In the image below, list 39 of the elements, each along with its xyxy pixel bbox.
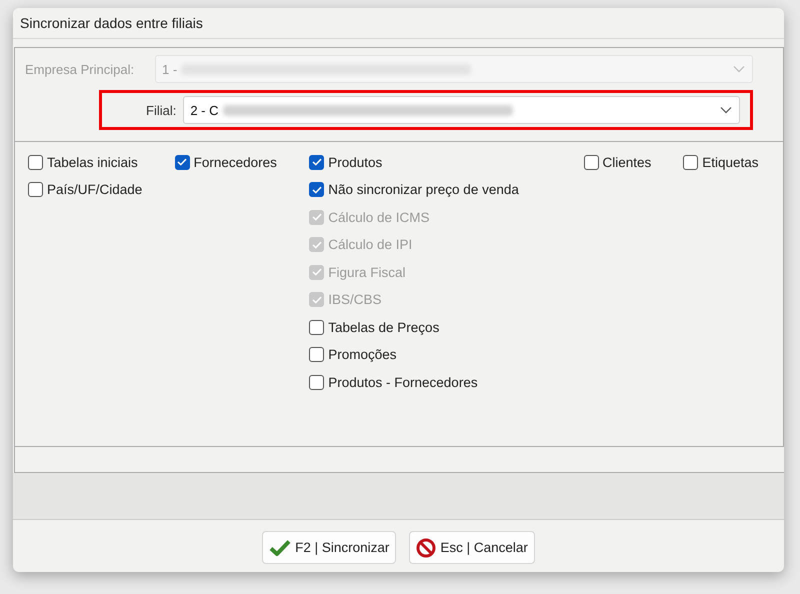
- checkbox[interactable]: [309, 320, 324, 335]
- checkbox[interactable]: [309, 182, 324, 198]
- chevron-down-icon: [720, 106, 732, 114]
- checkmark-icon: [312, 158, 322, 166]
- checkbox-option[interactable]: Promoções: [309, 344, 584, 365]
- checkbox-option[interactable]: Fornecedores: [174, 152, 310, 172]
- checkbox-option[interactable]: Clientes: [584, 152, 684, 172]
- checkmark-icon: [312, 213, 322, 222]
- checkmark-icon: [312, 240, 322, 249]
- checkbox-option[interactable]: Etiquetas: [683, 152, 783, 172]
- checkbox[interactable]: [174, 154, 190, 170]
- checkbox-option[interactable]: Produtos: [309, 152, 584, 172]
- checkbox-option[interactable]: País/UF/Cidade: [28, 180, 175, 200]
- cancel-button[interactable]: Esc | Cancelar: [409, 531, 535, 564]
- checkbox-option[interactable]: Tabelas iniciais: [28, 152, 175, 172]
- prohibited-icon: [416, 538, 436, 558]
- checkbox[interactable]: [309, 347, 324, 362]
- field-label: Empresa Principal:: [25, 62, 136, 76]
- sync-button[interactable]: F2 | Sincronizar: [262, 531, 396, 564]
- chevron-down-icon: [733, 65, 745, 73]
- window-title: Sincronizar dados entre filiais: [20, 15, 203, 31]
- checkbox[interactable]: [28, 154, 43, 170]
- checkbox-option[interactable]: Não sincronizar preço de venda: [309, 180, 584, 200]
- dropdown-field[interactable]: 2 - C: [183, 96, 740, 124]
- checkbox[interactable]: [584, 154, 599, 170]
- field-value: 2 - C: [190, 102, 219, 118]
- checkbox[interactable]: [28, 182, 43, 198]
- checkbox-option[interactable]: Produtos - Fornecedores: [309, 372, 584, 392]
- field-label: Filial:: [146, 102, 176, 118]
- field-value: 1 -: [162, 62, 178, 76]
- checkbox[interactable]: [309, 374, 324, 390]
- checkmark-icon: [177, 158, 188, 166]
- checkmark-icon: [312, 268, 322, 276]
- checkbox[interactable]: [309, 154, 324, 170]
- checkbox-option[interactable]: Tabelas de Preços: [309, 317, 584, 338]
- checkmark-icon: [269, 538, 292, 556]
- checkmark-icon: [312, 186, 322, 194]
- checkbox[interactable]: [683, 154, 698, 170]
- checkmark-icon: [312, 296, 322, 304]
